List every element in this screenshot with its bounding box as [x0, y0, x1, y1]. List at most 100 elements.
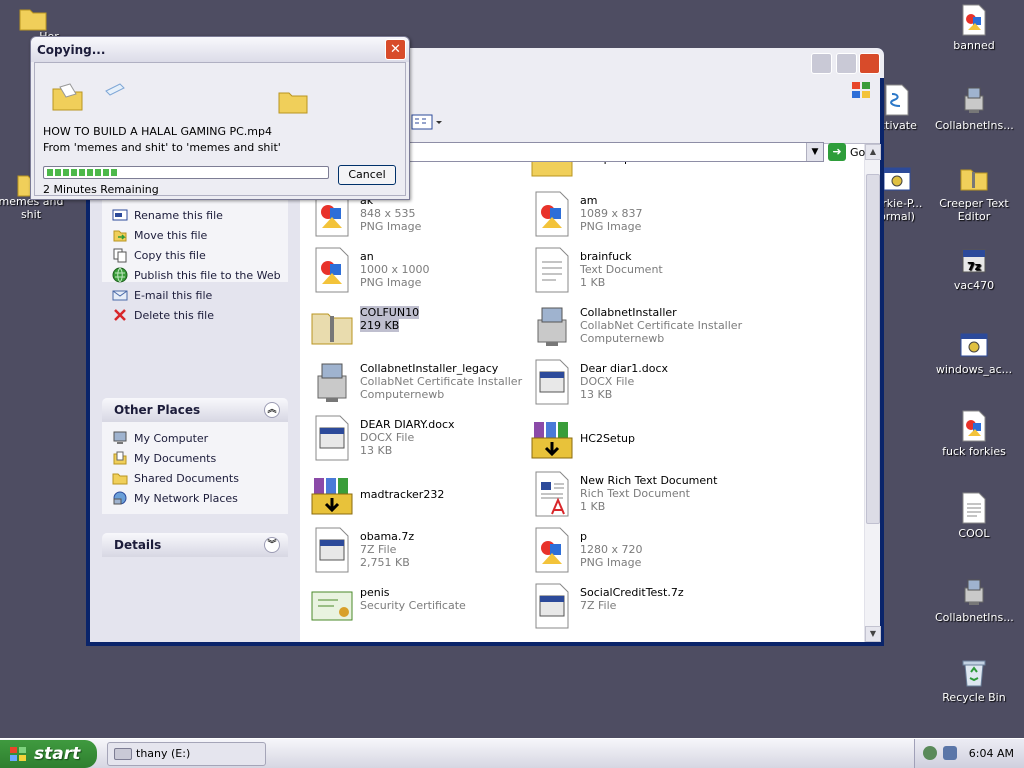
place-my-computer[interactable]: My Computer — [112, 429, 208, 447]
file-name: penis — [360, 586, 390, 599]
maximize-button[interactable] — [836, 53, 857, 74]
task-publish[interactable]: Publish this file to the Web — [112, 266, 281, 284]
desktop-icon-collabnetinstaller-2[interactable]: CollabnetIns... — [935, 576, 1014, 624]
expand-chevron-icon[interactable]: ︾ — [264, 537, 280, 553]
taskbar-window-button[interactable]: thany (E:) — [107, 742, 266, 766]
file-detail: 7Z File — [360, 543, 397, 556]
desktop-icon-vac470[interactable]: 7z vac470 — [935, 246, 1013, 292]
close-button[interactable] — [859, 53, 880, 74]
tray-app-icon[interactable] — [923, 746, 937, 760]
file-name: New Rich Text Document — [580, 474, 718, 487]
scroll-up-button[interactable]: ▲ — [865, 144, 881, 160]
dialog-title-bar[interactable]: Copying... ✕ — [31, 37, 409, 62]
image-file-icon — [962, 410, 986, 442]
desktop-icon-windows-ac[interactable]: windows_ac... — [935, 330, 1013, 376]
file-item[interactable]: am 1089 x 837 PNG Image — [528, 190, 740, 242]
go-arrow-icon: ➜ — [828, 143, 846, 161]
address-input[interactable]: ▼ — [406, 142, 824, 162]
desktop-icon-cool[interactable]: COOL — [935, 492, 1013, 540]
file-item[interactable]: Dear diar1.docx DOCX File 13 KB — [528, 358, 740, 410]
address-dropdown-icon[interactable]: ▼ — [806, 143, 823, 161]
file-detail: PNG Image — [360, 276, 422, 289]
installer-icon — [964, 87, 984, 113]
file-detail: Computernewb — [580, 332, 665, 345]
progress-segment — [55, 169, 61, 176]
image-file-icon — [962, 4, 986, 36]
rtf-file-icon — [528, 470, 576, 518]
progress-segment — [79, 169, 85, 176]
file-detail: 1280 x 720 — [580, 543, 643, 556]
file-item[interactable]: COLFUN10 219 KB — [308, 302, 520, 354]
scroll-down-button[interactable]: ▼ — [865, 626, 881, 642]
file-item[interactable]: p 1280 x 720 PNG Image — [528, 526, 740, 578]
docx-file-icon — [308, 414, 356, 462]
file-detail: 1 KB — [580, 500, 606, 513]
file-name: p — [580, 530, 587, 543]
file-detail: DOCX File — [360, 431, 415, 444]
tray-network-icon[interactable] — [943, 746, 957, 760]
progress-segment — [87, 169, 93, 176]
go-button[interactable]: ➜ Go — [828, 142, 865, 162]
installer-icon — [964, 579, 984, 605]
file-item[interactable]: HC2Setup — [528, 414, 740, 466]
file-item[interactable]: brainfuck Text Document 1 KB — [528, 246, 740, 298]
desktop-icon-fuck-forkies[interactable]: fuck forkies — [935, 410, 1013, 458]
file-name: COLFUN10 — [360, 306, 420, 319]
place-my-network-places[interactable]: My Network Places — [112, 489, 238, 507]
script-icon — [885, 84, 909, 116]
task-email[interactable]: E-mail this file — [112, 286, 212, 304]
file-item[interactable]: obama.7z 7Z File 2,751 KB — [308, 526, 520, 578]
image-file-icon — [528, 190, 576, 238]
file-item[interactable]: SocialCreditTest.7z 7Z File — [528, 582, 740, 634]
vertical-scrollbar[interactable]: ▲ ▼ — [864, 144, 881, 642]
desktop-icon-banned[interactable]: banned — [935, 4, 1013, 52]
file-item[interactable]: CollabnetInstaller_legacy CollabNet Certi… — [308, 358, 523, 410]
file-detail: 13 KB — [360, 444, 393, 457]
file-item[interactable]: New Rich Text Document Rich Text Document… — [528, 470, 740, 522]
place-shared-documents[interactable]: Shared Documents — [112, 469, 239, 487]
file-item[interactable]: penis Security Certificate — [308, 582, 520, 634]
progress-segment — [47, 169, 53, 176]
computer-icon — [113, 431, 127, 444]
source-folder-icon — [52, 83, 83, 111]
desktop-icon-collabnetinstaller[interactable]: CollabnetIns... — [935, 84, 1014, 132]
file-list: shitshit people asked me to addak848 x 5… — [304, 144, 864, 642]
file-item[interactable]: madtracker232 — [308, 470, 520, 522]
details-header[interactable]: Details ︾ — [102, 533, 288, 557]
program-icon — [960, 333, 988, 357]
minimize-button[interactable] — [811, 53, 832, 74]
dialog-close-button[interactable]: ✕ — [385, 39, 406, 60]
file-name: brainfuck — [580, 250, 632, 263]
other-places-header[interactable]: Other Places ︽ — [102, 398, 288, 422]
file-name: SocialCreditTest.7z — [580, 586, 684, 599]
windows-flag-icon — [10, 747, 26, 761]
file-name: an — [360, 250, 374, 263]
cancel-button[interactable]: Cancel — [338, 165, 396, 185]
file-item[interactable]: CollabnetInstaller CollabNet Certificate … — [528, 302, 742, 354]
zip-folder-icon — [960, 169, 988, 191]
task-move[interactable]: Move this file — [112, 226, 207, 244]
views-icon[interactable] — [410, 112, 444, 132]
desktop-icon-creeper-text-editor[interactable]: Creeper Text Editor — [935, 164, 1013, 223]
documents-icon — [113, 451, 127, 465]
task-copy[interactable]: Copy this file — [112, 246, 206, 264]
file-detail: CollabNet Certificate Installer — [360, 375, 523, 388]
task-rename[interactable]: Rename this file — [112, 206, 223, 224]
docx-file-icon — [308, 526, 356, 574]
file-detail: 1000 x 1000 — [360, 263, 430, 276]
place-my-documents[interactable]: My Documents — [112, 449, 216, 467]
file-detail: 13 KB — [580, 388, 613, 401]
image-file-icon — [528, 526, 576, 574]
explorer-body: Rename this file Move this file Copy thi… — [90, 144, 881, 642]
start-button[interactable]: start — [0, 740, 97, 768]
task-delete[interactable]: Delete this file — [112, 306, 214, 324]
file-item[interactable]: an 1000 x 1000 PNG Image — [308, 246, 520, 298]
progress-segment — [63, 169, 69, 176]
file-item[interactable]: DEAR DIARY.docx DOCX File 13 KB — [308, 414, 520, 466]
collapse-chevron-icon[interactable]: ︽ — [264, 402, 280, 418]
desktop-icon-recycle-bin[interactable]: Recycle Bin — [935, 656, 1013, 704]
scroll-thumb[interactable] — [866, 174, 880, 524]
rar-file-icon — [308, 470, 356, 518]
file-name: CollabnetInstaller_legacy — [360, 362, 499, 375]
network-icon — [113, 491, 127, 505]
